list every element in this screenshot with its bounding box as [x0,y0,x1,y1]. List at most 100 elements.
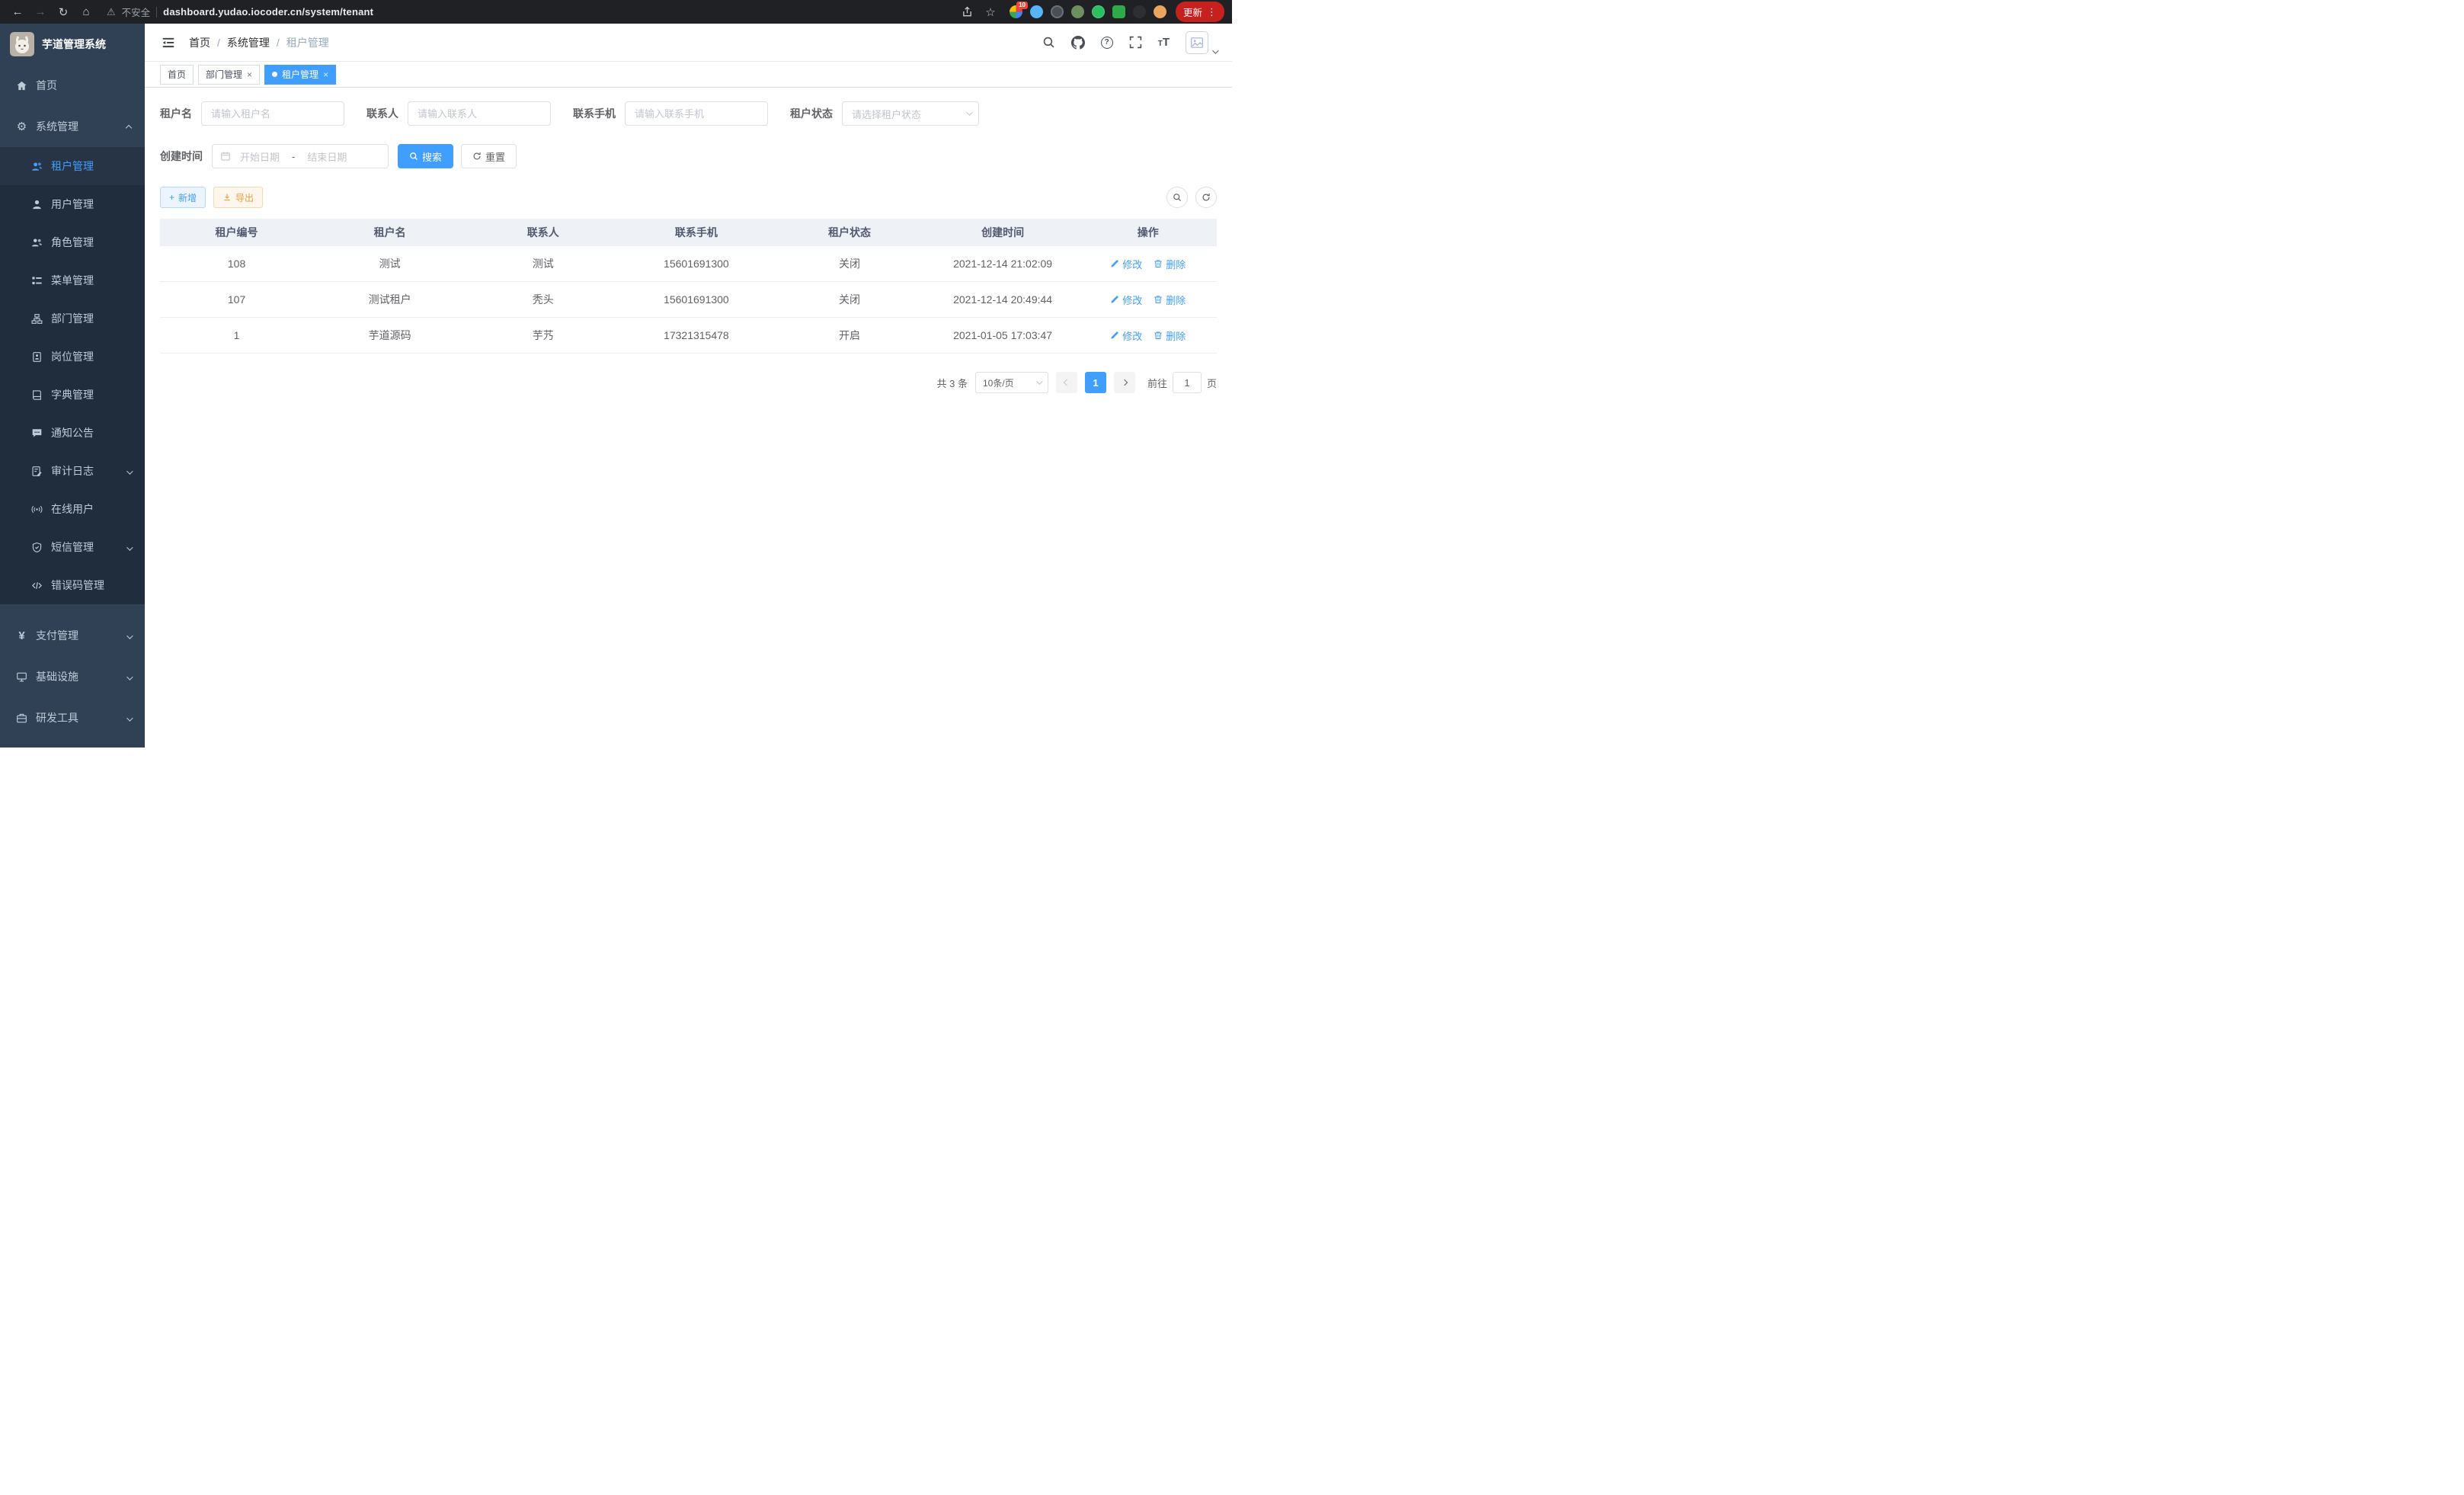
edit-button[interactable]: 修改 [1110,328,1142,343]
date-range-picker[interactable]: 开始日期 - 结束日期 [212,144,389,168]
edit-button[interactable]: 修改 [1110,293,1142,307]
next-page-button[interactable] [1114,372,1135,393]
sidebar-item-payment[interactable]: ¥ 支付管理 [0,615,145,656]
search-button[interactable]: 搜索 [398,144,453,168]
extension-icon[interactable] [1112,5,1125,18]
sidebar-item-dev-tools[interactable]: 研发工具 [0,697,145,738]
url-text: dashboard.yudao.iocoder.cn/system/tenant [163,6,373,18]
delete-button[interactable]: 删除 [1154,328,1186,343]
forward-icon[interactable]: → [30,2,50,22]
sidebar-item-infrastructure[interactable]: 基础设施 [0,656,145,697]
home-icon [15,80,28,91]
browser-menu-kebab-icon[interactable]: ⋮ [1207,6,1217,18]
sidebar-item-label: 审计日志 [51,463,94,479]
reset-button[interactable]: 重置 [461,144,517,168]
plus-icon: + [169,192,174,203]
browser-home-icon[interactable]: ⌂ [76,2,96,22]
delete-button[interactable]: 删除 [1154,257,1186,271]
sidebar-item-dept-management[interactable]: 部门管理 [0,299,145,338]
close-icon[interactable]: × [323,70,328,79]
sidebar-item-online-users[interactable]: 在线用户 [0,490,145,528]
sidebar-item-sms-management[interactable]: 短信管理 [0,528,145,566]
prev-page-button[interactable] [1056,372,1077,393]
font-size-icon[interactable]: TT [1158,37,1170,48]
pencil-icon [1110,295,1119,304]
goto-page-input[interactable] [1173,372,1202,393]
sidebar-item-home[interactable]: 首页 [0,65,145,106]
profile-avatar-icon[interactable] [1154,5,1166,18]
breadcrumb-home[interactable]: 首页 [189,35,210,50]
sidebar-item-tenant-management[interactable]: 租户管理 [0,147,145,185]
update-button[interactable]: 更新 ⋮ [1176,2,1224,22]
chevron-down-icon [966,109,972,115]
sidebar-item-system-management[interactable]: ⚙ 系统管理 [0,106,145,147]
table-row[interactable]: 108 测试 测试 15601691300 关闭 2021-12-14 21:0… [160,246,1217,282]
bookmark-star-icon[interactable]: ☆ [981,2,1000,22]
main-area: 首页 / 系统管理 / 租户管理 ? T [145,24,1232,748]
sidebar-item-role-management[interactable]: 角色管理 [0,223,145,261]
chevron-down-icon [126,541,131,553]
content: 租户名 联系人 联系手机 租户状态 请选择租户状态 [145,88,1232,393]
user-avatar-menu[interactable] [1186,31,1217,54]
add-button[interactable]: + 新增 [160,187,206,208]
refresh-table-icon[interactable] [1195,187,1217,208]
active-dot-icon [272,72,277,77]
chevron-down-icon [126,712,131,724]
extension-icon[interactable]: 10 [1010,5,1022,18]
sidebar-item-user-management[interactable]: 用户管理 [0,185,145,223]
sidebar-item-label: 部门管理 [51,311,94,326]
tab-dept-management[interactable]: 部门管理 × [198,65,260,85]
phone-input[interactable] [625,101,768,126]
extension-icon[interactable] [1030,5,1043,18]
sidebar-item-audit-log[interactable]: 审计日志 [0,452,145,490]
table-row[interactable]: 107 测试租户 秃头 15601691300 关闭 2021-12-14 20… [160,282,1217,318]
sidebar-item-label: 租户管理 [51,158,94,174]
share-icon[interactable] [958,2,978,22]
contact-input[interactable] [408,101,551,126]
page-1-button[interactable]: 1 [1085,372,1106,393]
page-size-value: 10条/页 [983,376,1014,389]
github-icon[interactable] [1071,36,1085,50]
date-end-placeholder: 结束日期 [307,149,347,164]
cell-phone: 17321315478 [619,329,773,341]
export-button[interactable]: 导出 [213,187,263,208]
tenant-name-input[interactable] [201,101,344,126]
address-bar[interactable]: ⚠ 不安全 dashboard.yudao.iocoder.cn/system/… [107,5,947,19]
table-row[interactable]: 1 芋道源码 芋艿 17321315478 开启 2021-01-05 17:0… [160,318,1217,354]
cell-contact: 芋艿 [466,328,619,343]
column-header: 租户状态 [773,225,926,240]
logo-row[interactable]: 芋道管理系统 [0,24,145,65]
tab-home[interactable]: 首页 [160,65,194,85]
show-search-toggle-icon[interactable] [1166,187,1188,208]
tab-tenant-management[interactable]: 租户管理 × [264,65,336,85]
status-select[interactable]: 请选择租户状态 [842,101,979,126]
not-secure-icon[interactable]: ⚠ [107,6,116,18]
extension-icon[interactable] [1092,5,1105,18]
column-header: 租户编号 [160,225,313,240]
page-size-select[interactable]: 10条/页 [975,372,1048,393]
help-icon[interactable]: ? [1101,37,1113,49]
sidebar-item-notice[interactable]: 通知公告 [0,414,145,452]
edit-button[interactable]: 修改 [1110,257,1142,271]
extension-icon[interactable] [1051,5,1064,18]
extension-icon[interactable] [1133,5,1146,18]
sidebar-item-error-code[interactable]: 错误码管理 [0,566,145,604]
sidebar-item-label: 错误码管理 [51,578,104,593]
list-icon [30,275,43,287]
reload-icon[interactable]: ↻ [53,2,73,22]
sidebar-item-dict-management[interactable]: 字典管理 [0,376,145,414]
sidebar-item-menu-management[interactable]: 菜单管理 [0,261,145,299]
search-icon[interactable] [1042,36,1055,49]
delete-button[interactable]: 删除 [1154,293,1186,307]
edit-label: 修改 [1122,257,1142,271]
extension-icon[interactable] [1071,5,1084,18]
breadcrumb-system[interactable]: 系统管理 [227,35,270,50]
chevron-down-icon [1212,47,1218,53]
sidebar-item-post-management[interactable]: 岗位管理 [0,338,145,376]
close-icon[interactable]: × [247,70,252,79]
sidebar-collapse-icon[interactable] [162,36,175,50]
fullscreen-icon[interactable] [1129,36,1142,49]
goto-label: 前往 [1147,376,1167,390]
filter-status: 租户状态 请选择租户状态 [790,101,979,126]
back-icon[interactable]: ← [8,2,27,22]
